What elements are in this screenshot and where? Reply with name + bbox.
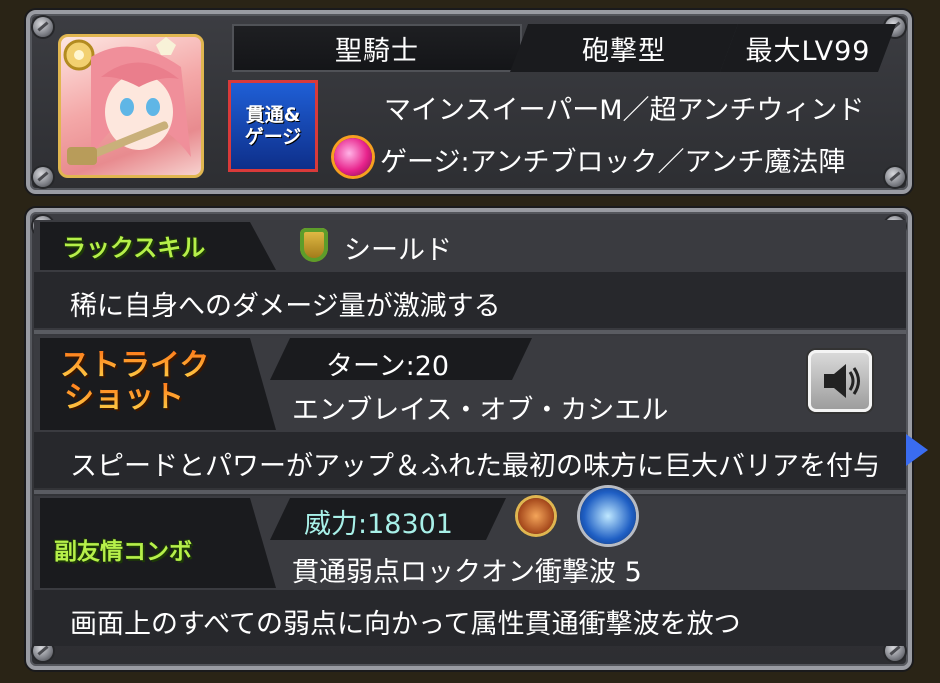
penetration-gauge-badge: 貫通&ゲージ: [228, 80, 318, 172]
sub-friendship-name: 貫通弱点ロックオン衝撃波 5: [292, 557, 642, 588]
divider: [34, 490, 906, 494]
battle-type-field: 砲撃型: [510, 24, 738, 72]
divider: [34, 330, 906, 334]
voice-button[interactable]: [808, 350, 872, 412]
ability-text: マインスイーパーM／超アンチウィンド: [384, 95, 865, 126]
gauge-ability-text: ゲージ:アンチブロック／アンチ魔法陣: [380, 147, 846, 178]
battle-type-text: 砲撃型: [582, 35, 666, 67]
character-portrait[interactable]: [58, 34, 204, 178]
sub-friendship-description: 画面上のすべての弱点に向かって属性貫通衝撃波を放つ: [70, 609, 741, 640]
next-arrow-button[interactable]: [906, 434, 928, 466]
luck-skill-description: 稀に自身へのダメージ量が激減する: [70, 291, 501, 322]
sub-friendship-label: 副友情コンボ: [54, 539, 192, 565]
rivet-icon: [33, 17, 53, 37]
luck-skill-name: シールド: [344, 235, 452, 266]
max-level-text: 最大LV99: [745, 35, 871, 67]
speaker-icon: [824, 364, 860, 398]
shield-icon: [300, 228, 328, 262]
turns-text: ターン:20: [326, 351, 450, 382]
strike-shot-name: エンブレイス・オブ・カシエル: [292, 395, 669, 426]
strike-shot-label-line2: ショット: [64, 382, 209, 414]
bomb-icon: [518, 498, 554, 534]
gauge-orb-icon: [334, 138, 372, 176]
strike-shot-label: ストライク ショット: [60, 350, 209, 414]
character-art: [63, 37, 191, 165]
power-text: 威力:18301: [304, 509, 453, 540]
strike-shot-description: スピードとパワーがアップ＆ふれた最初の味方に巨大バリアを付与: [70, 451, 880, 482]
rivet-icon: [33, 167, 53, 187]
luck-skill-label: ラックスキル: [62, 234, 206, 262]
rivet-icon: [885, 167, 905, 187]
strike-shot-label-line1: ストライク: [60, 348, 210, 383]
max-level-field: 最大LV99: [720, 24, 896, 72]
badge-label: 貫通&ゲージ: [244, 104, 302, 148]
laser-icon: [580, 488, 636, 544]
race-field: 聖騎士: [232, 24, 522, 72]
race-text: 聖騎士: [335, 35, 419, 67]
